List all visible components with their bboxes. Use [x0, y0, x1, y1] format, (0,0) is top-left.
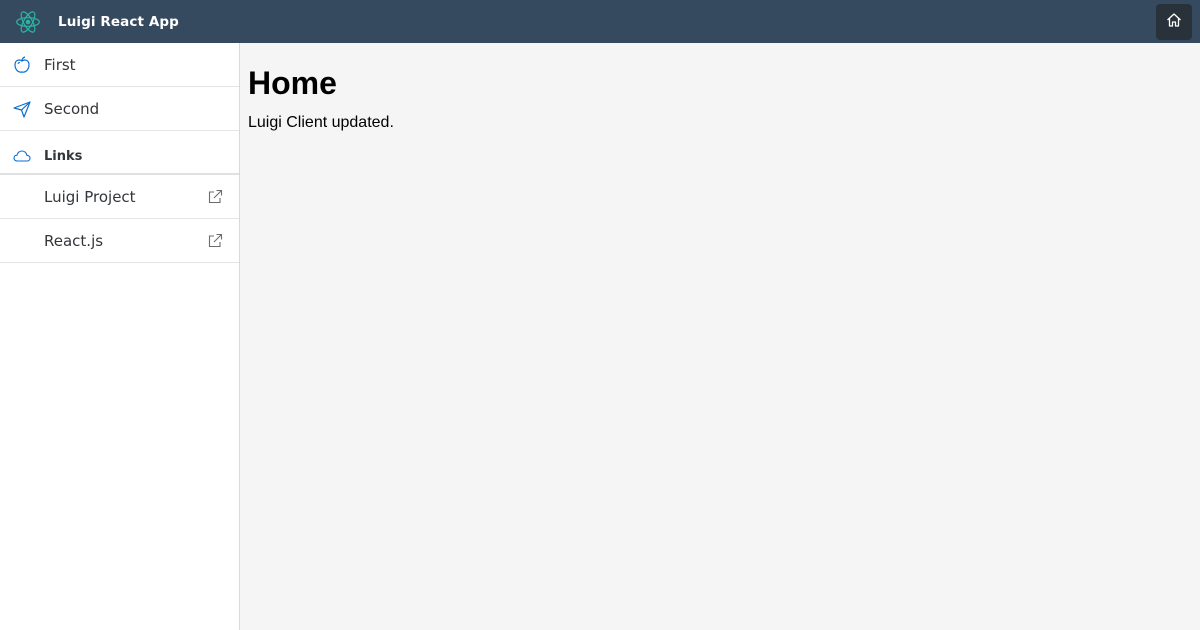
main-content: Home Luigi Client updated. [240, 43, 1200, 630]
home-button[interactable] [1156, 4, 1192, 40]
apple-icon [12, 55, 32, 75]
status-text: Luigi Client updated. [248, 114, 394, 131]
react-logo-icon[interactable] [14, 8, 42, 36]
sidebar-item-first[interactable]: First [0, 43, 239, 87]
sidebar-item-reactjs[interactable]: React.js [0, 219, 239, 263]
external-link-icon [207, 189, 223, 205]
sidebar-item-second[interactable]: Second [0, 87, 239, 131]
paper-plane-icon [12, 99, 32, 119]
sidebar-item-label: Luigi Project [44, 187, 136, 206]
sidebar-item-luigi-project[interactable]: Luigi Project [0, 175, 239, 219]
sidebar-item-label: React.js [44, 231, 104, 250]
shellbar: Luigi React App [0, 0, 1200, 43]
app-title[interactable]: Luigi React App [58, 14, 179, 30]
sidebar-item-label: First [44, 55, 76, 74]
cloud-icon [12, 142, 32, 162]
side-navigation: First Second Links Luigi Project React.j… [0, 43, 240, 630]
sidebar-item-label: Second [44, 99, 100, 118]
external-link-icon [207, 233, 223, 249]
home-icon [1166, 12, 1182, 32]
sidebar-group-links: Links [0, 131, 239, 175]
sidebar-group-label: Links [44, 148, 83, 164]
page-title: Home [248, 65, 337, 101]
